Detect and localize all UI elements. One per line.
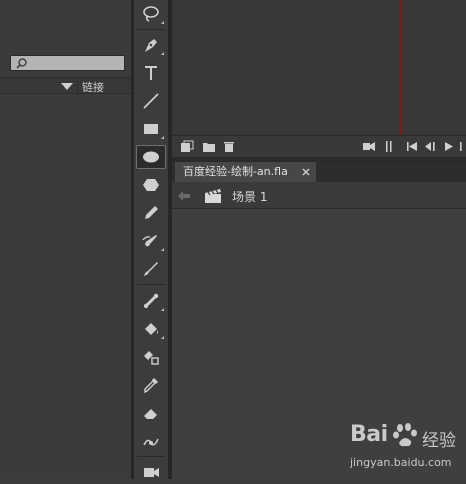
document-tab-title: 百度经验-绘制-an.fla [183,165,288,178]
edit-bar: 场景 1 [172,182,466,209]
search-icon [16,58,27,69]
text-tool[interactable] [136,61,166,85]
tools-panel [134,0,168,479]
line-icon [143,93,159,109]
paw-icon [393,423,417,447]
timeline-controls-bar [172,135,466,158]
camera-icon [144,468,159,477]
watermark-url: jingyan.baidu.com [350,456,452,469]
close-icon[interactable] [302,168,310,176]
eyedropper-tool[interactable] [136,373,166,397]
text-icon [145,66,157,80]
watermark-text: 经验 [422,431,456,451]
pencil-tool[interactable] [136,201,166,225]
document-tab[interactable]: 百度经验-绘制-an.fla [175,162,316,182]
linkage-column-header[interactable]: 链接 [82,79,104,95]
document-tab-bar: 百度经验-绘制-an.fla [172,162,466,182]
eraser-tool[interactable] [136,401,166,425]
step-back-icon[interactable] [424,140,438,153]
eyedropper-icon [144,377,159,394]
camera-tool[interactable] [136,460,166,484]
pen-tool[interactable] [136,33,166,57]
oval-icon [143,151,159,163]
sort-down-icon[interactable] [61,83,73,90]
baidu-jingyan-watermark: Bai 经验 jingyan.baidu.com [336,418,466,479]
bone-icon [143,293,159,309]
new-layer-icon[interactable] [180,140,194,153]
lasso-icon [143,6,159,22]
ink-bottle-icon [144,351,159,365]
width-tool[interactable] [136,429,166,453]
polystar-tool[interactable] [136,173,166,197]
back-arrow-icon[interactable] [178,191,190,201]
eraser-icon [144,409,157,419]
new-folder-icon[interactable] [202,140,216,153]
brush-icon [144,262,158,276]
paint-brush-tool[interactable] [136,229,166,253]
camera-toggle-icon[interactable] [362,140,376,153]
watermark-logo: Bai [350,422,388,447]
library-column-header: 链接 [0,77,131,94]
frame-marker-icon[interactable] [386,140,392,153]
line-tool[interactable] [136,89,166,113]
pencil-icon [145,206,158,219]
oval-tool[interactable] [136,145,166,169]
paint-brush-icon [142,235,157,247]
paint-bucket-icon [145,323,158,335]
rectangle-tool[interactable] [136,117,166,141]
clapperboard-icon [205,189,221,203]
library-search-field[interactable] [10,55,125,71]
scene-label[interactable]: 场景 1 [232,188,267,205]
rectangle-icon [144,124,158,134]
width-icon [143,438,159,446]
lasso-tool[interactable] [136,2,166,26]
polystar-icon [143,179,159,191]
pen-icon [145,39,157,52]
timeline-frames-area[interactable] [172,0,466,135]
play-icon[interactable] [444,140,454,153]
bone-tool[interactable] [136,289,166,313]
brush-tool[interactable] [136,257,166,281]
library-panel: 链接 [0,0,131,479]
paint-bucket-tool[interactable] [136,317,166,341]
column-divider[interactable] [77,78,78,93]
first-frame-icon[interactable] [406,140,418,153]
playhead[interactable] [400,0,402,135]
ink-bottle-tool[interactable] [136,345,166,369]
delete-layer-icon[interactable] [223,140,235,153]
step-forward-icon[interactable] [459,140,466,153]
